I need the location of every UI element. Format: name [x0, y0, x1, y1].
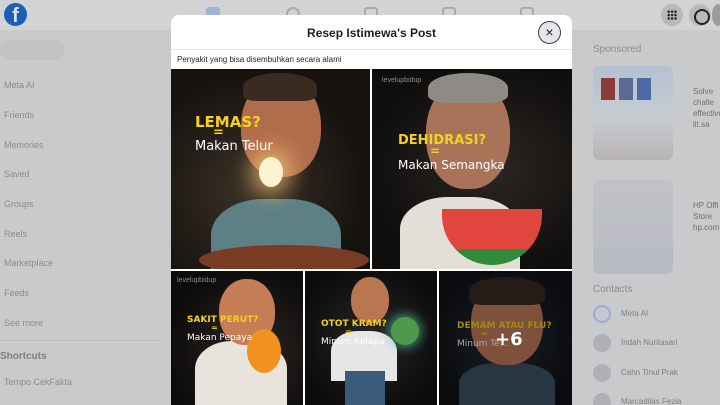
sidebar-profile-item[interactable] [0, 40, 65, 60]
sidebar-item-marketplace[interactable]: Marketplace [4, 258, 53, 268]
sponsored-ad-text[interactable]: HP Offi Store hp.com [693, 200, 719, 233]
tile-question: LEMAS? [195, 113, 261, 131]
post-modal: Resep Istimewa's Post × Penyakit yang bi… [171, 15, 572, 405]
watermark: levelupbidup [382, 77, 422, 84]
figure-hair [243, 73, 317, 101]
sidebar-item-see-more[interactable]: See more [4, 318, 43, 328]
sidebar-item-friends[interactable]: Friends [4, 110, 34, 120]
sidebar-divider [0, 340, 160, 341]
figure-hair [428, 73, 508, 103]
tile-answer: Makan Semangka [398, 158, 505, 172]
sidebar-item-groups[interactable]: Groups [4, 199, 34, 209]
more-images-count: +6 [495, 329, 523, 350]
sidebar-item-saved[interactable]: Saved [4, 169, 30, 179]
sponsored-heading: Sponsored [593, 44, 642, 55]
menu-grid-icon[interactable] [661, 4, 683, 26]
tile-question: OTOT KRAM? [321, 319, 387, 329]
watermark: levelupbidup [177, 277, 217, 284]
tile-equals: = [430, 144, 441, 158]
sponsored-ad-text[interactable]: Solve challe effective lit.sa [693, 86, 720, 130]
modal-header: Resep Istimewa's Post × [171, 15, 572, 50]
tile-equals: = [345, 327, 352, 336]
sponsored-ad-image[interactable] [593, 180, 673, 274]
tile-answer: Makan Telur [195, 139, 273, 154]
more-images-overlay[interactable]: +6 [439, 271, 572, 405]
contact-name: Cahn Tinul Prak [621, 368, 678, 377]
tile-question: SAKIT PERUT? [187, 315, 259, 325]
post-image-tile[interactable]: DEMAM ATAU FLU? = Minum Te... +6 [439, 271, 572, 405]
avatar [593, 393, 611, 405]
shortcuts-heading: Shortcuts [0, 351, 47, 362]
sidebar-item-meta-ai[interactable]: Meta AI [4, 80, 35, 90]
flag-shape [619, 78, 633, 100]
tile-question: DEHIDRASI? [398, 133, 486, 148]
post-caption: Penyakit yang bisa disembuhkan secara al… [177, 55, 342, 64]
glowing-egg [259, 157, 283, 187]
modal-title: Resep Istimewa's Post [307, 26, 436, 40]
sponsored-ad-image[interactable] [593, 66, 673, 160]
shortcut-item[interactable]: Tempo CekFakta [4, 377, 72, 387]
contact-name: Indah Nuritasari [621, 338, 678, 347]
contact-name: Marcadilas Fezia [621, 397, 682, 405]
figure-shorts [345, 371, 385, 405]
post-image-tile[interactable]: levelupbidup SAKIT PERUT? = Makan Pepaya [171, 271, 303, 405]
meta-ai-icon [593, 305, 611, 323]
close-button[interactable]: × [538, 21, 561, 44]
post-image-tile[interactable]: OTOT KRAM? = Minum Kelapa [305, 271, 437, 405]
contacts-heading: Contacts [593, 284, 633, 295]
coconut-fruit [391, 317, 419, 345]
sidebar-item-memories[interactable]: Memories [4, 140, 44, 150]
tile-answer: Makan Pepaya [187, 333, 253, 343]
contact-name: Meta AI [621, 309, 649, 318]
avatar [593, 334, 611, 352]
facebook-logo-icon[interactable]: f [4, 3, 27, 27]
messenger-icon[interactable] [689, 4, 711, 26]
flag-shape [637, 78, 651, 100]
avatar [593, 364, 611, 382]
post-image-tile[interactable]: LEMAS? = Makan Telur [171, 69, 370, 269]
flag-shape [601, 78, 615, 100]
left-sidebar: Meta AI Friends Memories Saved Groups Re… [0, 30, 165, 405]
post-image-tile[interactable]: levelupbidup DEHIDRASI? = Makan Semangka [372, 69, 572, 269]
figure-head [351, 277, 389, 323]
profile-avatar[interactable] [712, 4, 720, 26]
sidebar-item-reels[interactable]: Reels [4, 229, 27, 239]
tile-answer: Minum Kelapa [321, 337, 385, 347]
table-shape [199, 245, 369, 269]
right-sidebar: Sponsored Solve challe effective lit.sa … [585, 30, 720, 405]
tile-equals: = [213, 125, 224, 140]
sidebar-item-feeds[interactable]: Feeds [4, 288, 29, 298]
tile-equals: = [211, 323, 218, 332]
